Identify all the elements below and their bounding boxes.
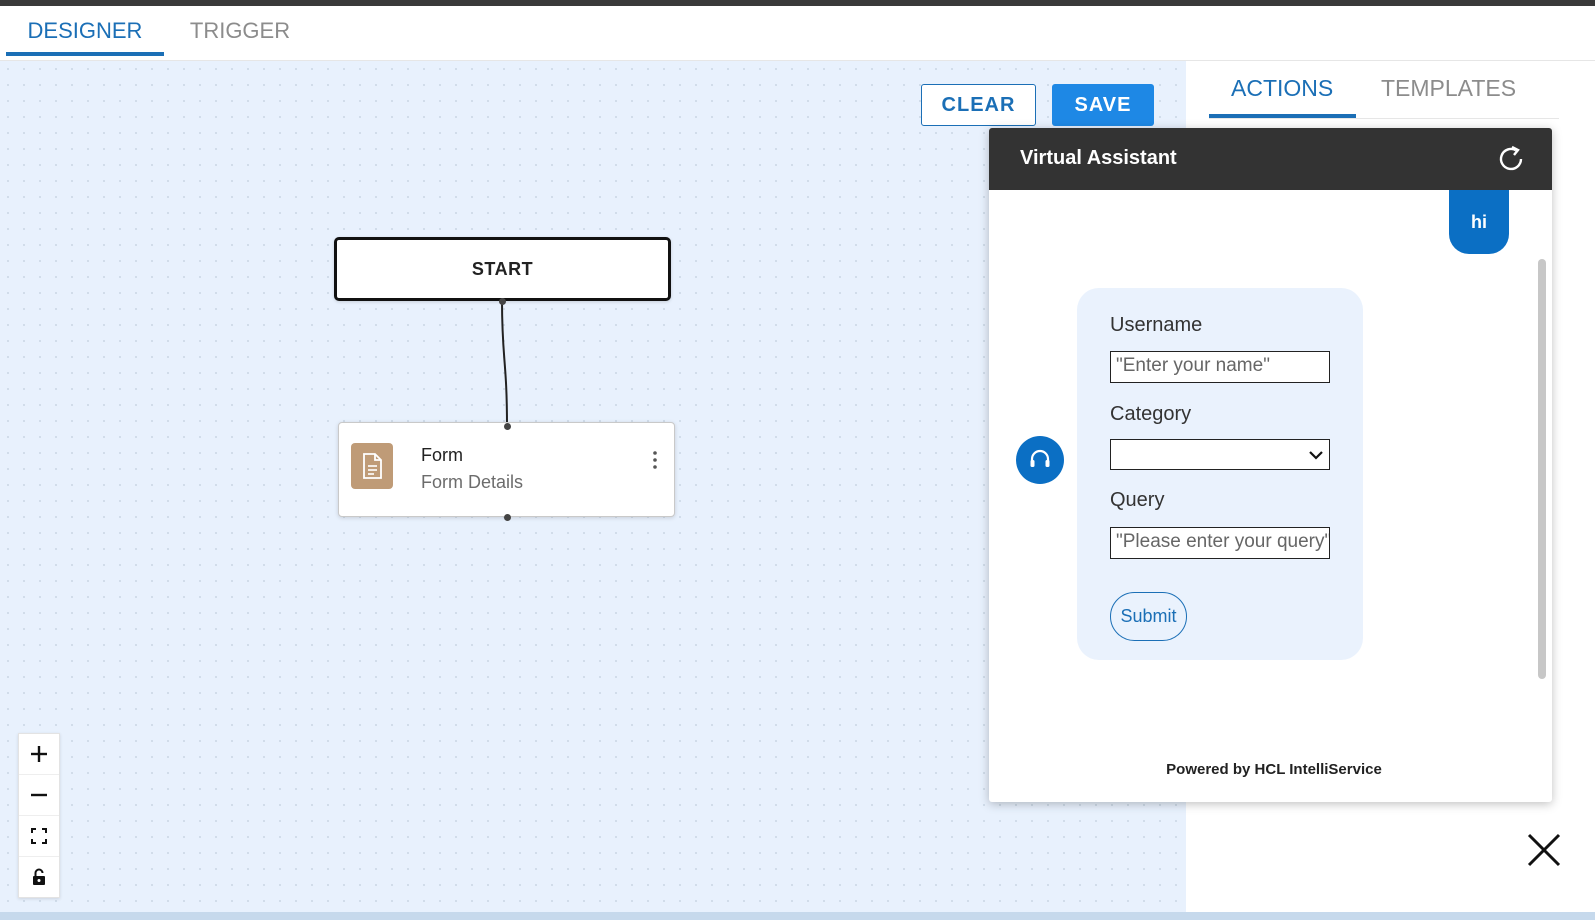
start-node[interactable]: START (334, 237, 671, 301)
query-field[interactable]: "Please enter your query" (1110, 527, 1330, 559)
username-field[interactable]: "Enter your name" (1110, 351, 1330, 383)
username-label: Username (1110, 314, 1203, 336)
headset-icon (1016, 436, 1064, 484)
submit-button[interactable]: Submit (1110, 592, 1187, 641)
plus-icon (31, 746, 47, 762)
fit-view-icon (31, 828, 47, 844)
tab-templates[interactable]: TEMPLATES (1381, 75, 1516, 102)
refresh-icon[interactable] (1496, 144, 1526, 174)
tab-actions[interactable]: ACTIONS (1231, 75, 1333, 102)
lock-button[interactable] (19, 857, 59, 897)
bottom-scrollbar-track (0, 912, 1595, 920)
chat-scrollbar[interactable] (1538, 259, 1546, 679)
powered-by-footer: Powered by HCL IntelliService (1166, 761, 1382, 778)
side-tabs-divider (1209, 118, 1559, 119)
fit-view-button[interactable] (19, 816, 59, 857)
document-icon (351, 443, 393, 489)
category-label: Category (1110, 403, 1192, 425)
va-header: Virtual Assistant (989, 128, 1552, 190)
minus-icon (31, 793, 47, 797)
form-node[interactable]: Form Form Details (338, 422, 675, 517)
zoom-out-button[interactable] (19, 775, 59, 816)
more-vertical-icon[interactable] (650, 449, 660, 471)
user-message-text: hi (1471, 211, 1487, 232)
query-label: Query (1110, 489, 1165, 511)
form-node-input-handle[interactable] (504, 423, 511, 430)
category-select[interactable] (1110, 439, 1330, 470)
close-icon[interactable] (1524, 830, 1564, 870)
start-node-label: START (471, 258, 534, 279)
va-title: Virtual Assistant (1020, 147, 1177, 169)
side-panel-tabs: ACTIONS TEMPLATES (1186, 61, 1595, 131)
zoom-controls (18, 733, 60, 898)
zoom-in-button[interactable] (19, 734, 59, 775)
chat-form-card: Username "Enter your name" Category Quer… (1077, 288, 1363, 660)
lock-icon (33, 868, 45, 885)
user-message-bubble: hi (1449, 190, 1509, 254)
start-node-output-handle[interactable] (499, 298, 506, 305)
virtual-assistant-panel: Virtual Assistant hi Username "Enter you… (989, 128, 1552, 802)
form-node-title: Form (421, 445, 463, 465)
form-node-subtitle: Form Details (421, 472, 524, 492)
edge-start-to-form (501, 300, 508, 428)
chevron-down-icon (1309, 451, 1323, 460)
form-node-output-handle[interactable] (504, 514, 511, 521)
